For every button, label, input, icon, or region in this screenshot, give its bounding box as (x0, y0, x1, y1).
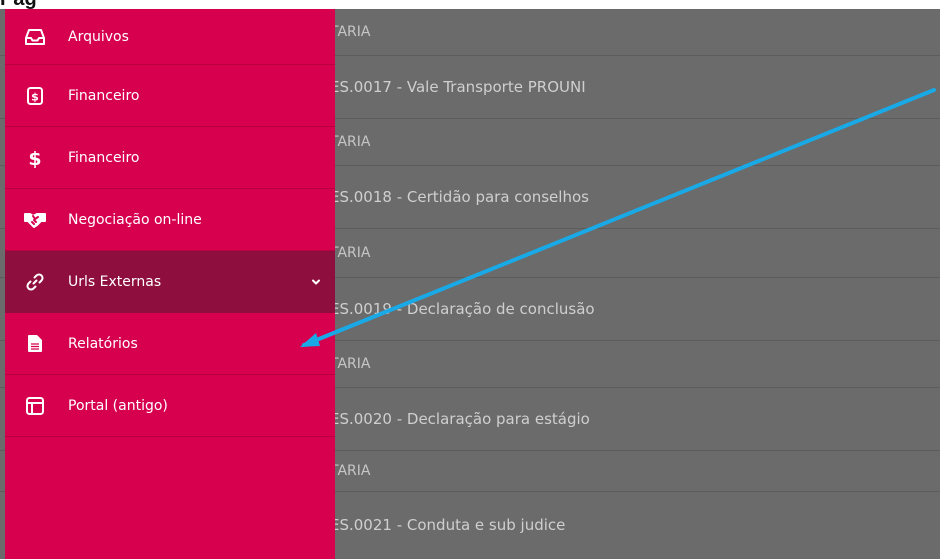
sidebar-item-label: Urls Externas (68, 273, 162, 290)
screen: Pág TARIA ES.0017 - Vale Transporte PROU… (0, 0, 940, 559)
sidebar-item-financeiro[interactable]: $ Financeiro (5, 65, 335, 127)
sidebar-item-label: Portal (antigo) (68, 397, 168, 414)
sidebar-item-relatorios[interactable]: Relatórios (5, 313, 335, 375)
list-item-text: TARIA (330, 463, 371, 479)
sidebar-item-label: Relatórios (68, 335, 138, 352)
list-item-text: TARIA (330, 245, 371, 261)
list-item-text: ES.0018 - Certidão para conselhos (330, 188, 589, 206)
list-item-text: TARIA (330, 356, 371, 372)
svg-text:$: $ (31, 90, 39, 103)
sidebar-item-portal-antigo[interactable]: Portal (antigo) (5, 375, 335, 437)
link-icon (24, 271, 46, 293)
svg-text:$: $ (28, 148, 41, 168)
top-header-strip: Pág (0, 0, 940, 10)
sidebar-item-label: Negociação on-line (68, 211, 202, 228)
sidebar-item-label: Arquivos (68, 28, 129, 45)
list-item-text: ES.0017 - Vale Transporte PROUNI (330, 78, 586, 96)
list-item-text: TARIA (330, 24, 371, 40)
layout-icon (24, 395, 46, 417)
inbox-icon (24, 26, 46, 48)
handshake-icon (24, 209, 46, 231)
list-item-text: ES.0021 - Conduta e sub judice (330, 516, 566, 534)
dollar-icon: $ (24, 147, 46, 169)
list-item-text: TARIA (330, 134, 371, 150)
chevron-down-icon[interactable] (309, 275, 323, 289)
list-item-text: ES.0019 - Declaração de conclusão (330, 300, 595, 318)
report-document-icon (24, 333, 46, 355)
sidebar-item-financeiro-2[interactable]: $ Financeiro (5, 127, 335, 189)
sidebar-item-negociacao[interactable]: Negociação on-line (5, 189, 335, 251)
sidebar-item-label: Financeiro (68, 149, 140, 166)
dollar-document-icon: $ (24, 85, 46, 107)
list-item-text: ES.0020 - Declaração para estágio (330, 410, 590, 428)
sidebar-item-label: Financeiro (68, 87, 140, 104)
sidebar-menu: Arquivos $ Financeiro $ Financeiro Negoc… (5, 9, 335, 559)
sidebar-item-arquivos[interactable]: Arquivos (5, 9, 335, 65)
sidebar-item-urls-externas[interactable]: Urls Externas (5, 251, 335, 313)
